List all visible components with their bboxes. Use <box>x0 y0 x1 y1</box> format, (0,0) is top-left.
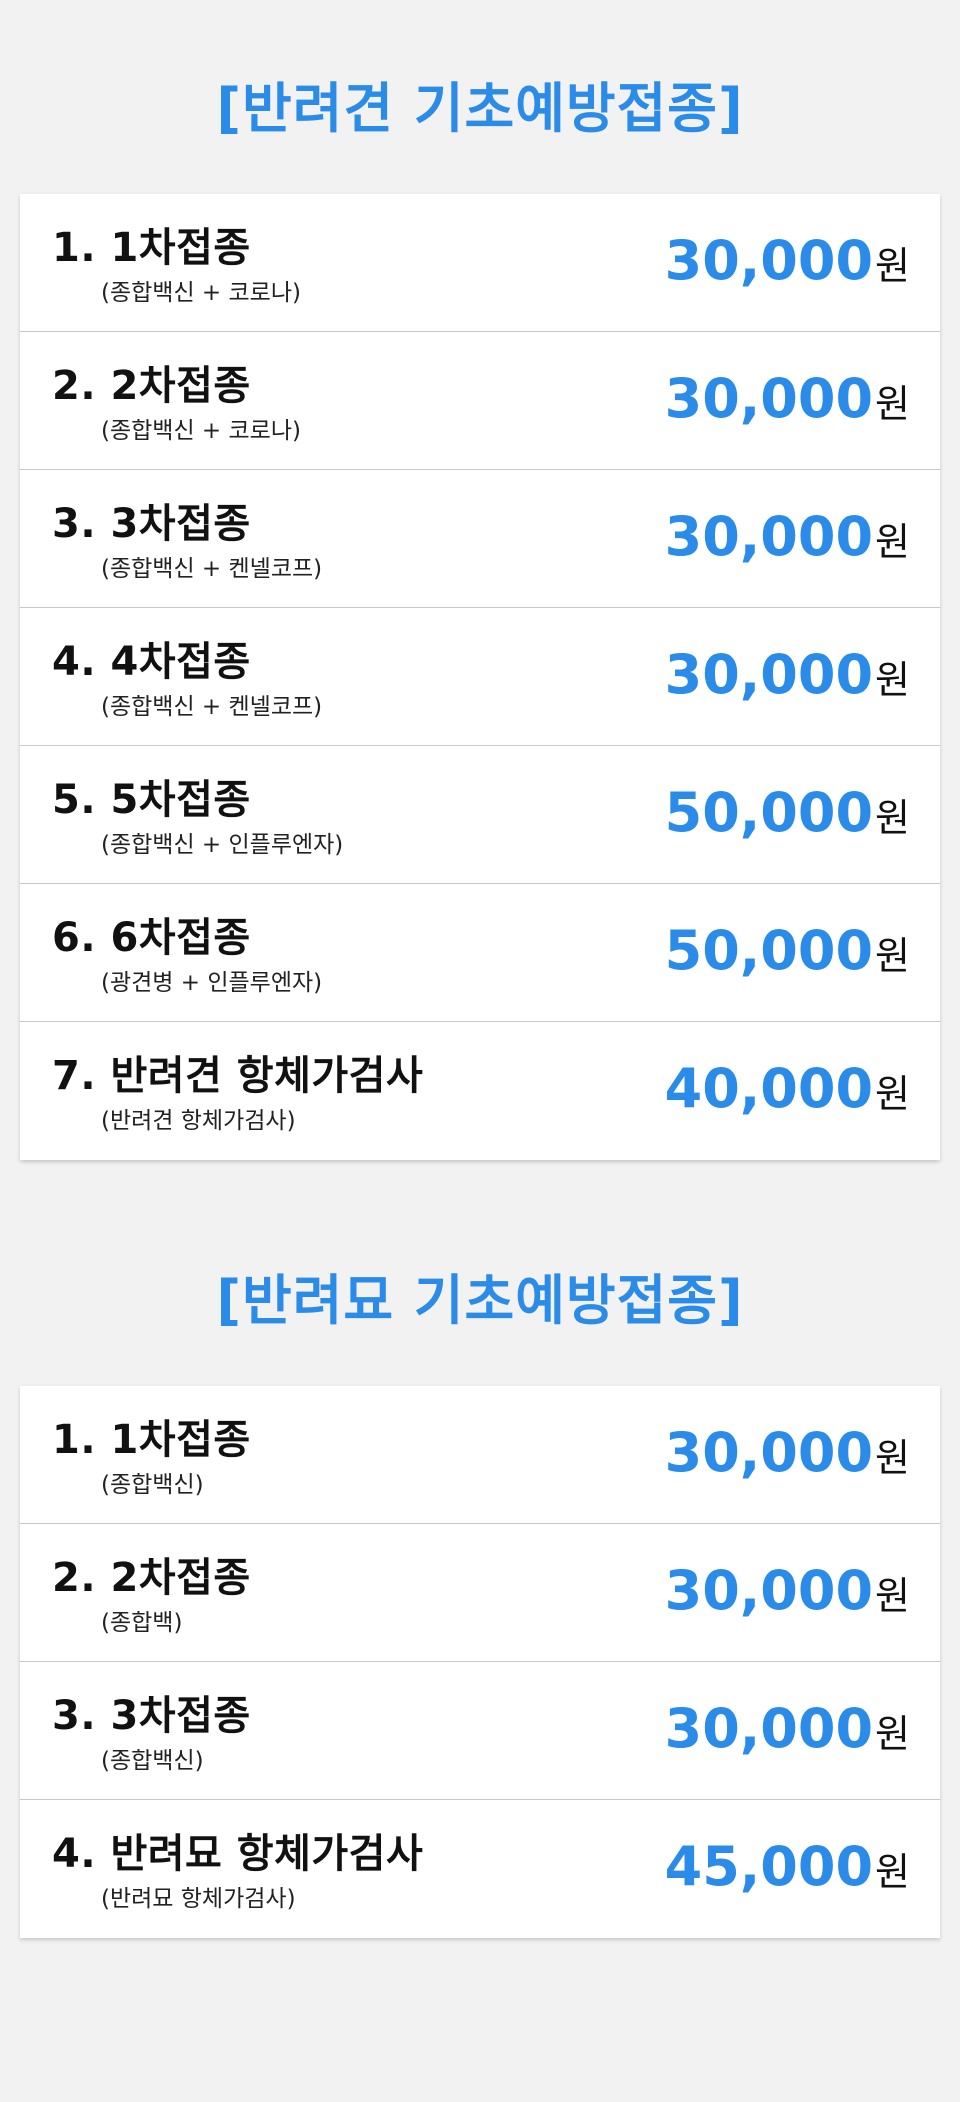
item-title: 6. 6차접종 <box>52 915 251 961</box>
price-value: 30,000 <box>664 229 874 292</box>
price-row: 4. 4차접종 (종합백신 + 켄넬코프) 30,000원 <box>20 608 940 746</box>
item-title: 3. 3차접종 <box>52 1693 251 1739</box>
item-subtitle: (반려묘 항체가검사) <box>101 1886 296 1912</box>
item-title: 2. 2차접종 <box>52 363 251 409</box>
price-row: 1. 1차접종 (종합백신) 30,000원 <box>20 1386 940 1524</box>
item-title: 3. 3차접종 <box>52 501 251 547</box>
price-row: 3. 3차접종 (종합백신 + 켄넬코프) 30,000원 <box>20 470 940 608</box>
dog-vaccination-title: [반려견 기초예방접종] <box>216 77 744 140</box>
price-row: 1. 1차접종 (종합백신 + 코로나) 30,000원 <box>20 194 940 332</box>
item-subtitle: (종합백) <box>101 1610 183 1636</box>
item-price: 30,000원 <box>665 1426 910 1480</box>
price-row: 4. 반려묘 항체가검사 (반려묘 항체가검사) 45,000원 <box>20 1800 940 1938</box>
cat-price-card: 1. 1차접종 (종합백신) 30,000원 2. 2차접종 (종합백) 30,… <box>20 1386 940 1938</box>
price-row: 5. 5차접종 (종합백신 + 인플루엔자) 50,000원 <box>20 746 940 884</box>
price-unit: 원 <box>875 1712 910 1756</box>
price-row: 6. 6차접종 (광견병 + 인플루엔자) 50,000원 <box>20 884 940 1022</box>
price-value: 50,000 <box>664 919 874 982</box>
item-title: 1. 1차접종 <box>52 1417 251 1463</box>
price-row: 7. 반려견 항체가검사 (반려견 항체가검사) 40,000원 <box>20 1022 940 1160</box>
item-subtitle: (종합백신) <box>101 1472 204 1498</box>
item-subtitle: (종합백신 + 코로나) <box>101 418 301 444</box>
item-price: 30,000원 <box>665 648 910 702</box>
price-unit: 원 <box>875 1072 910 1116</box>
price-value: 30,000 <box>664 643 874 706</box>
item-subtitle: (종합백신) <box>101 1748 204 1774</box>
price-unit: 원 <box>875 520 910 564</box>
item-price: 50,000원 <box>665 924 910 978</box>
item-subtitle: (반려견 항체가검사) <box>101 1108 296 1134</box>
item-subtitle: (종합백신 + 인플루엔자) <box>101 832 344 858</box>
dog-price-card: 1. 1차접종 (종합백신 + 코로나) 30,000원 2. 2차접종 (종합… <box>20 194 940 1160</box>
item-title: 5. 5차접종 <box>52 777 251 823</box>
price-value: 30,000 <box>664 1421 874 1484</box>
item-subtitle: (종합백신 + 켄넬코프) <box>101 694 323 720</box>
cat-vaccination-title: [반려묘 기초예방접종] <box>216 1269 744 1332</box>
price-value: 50,000 <box>664 781 874 844</box>
item-title: 4. 4차접종 <box>52 639 251 685</box>
item-title: 1. 1차접종 <box>52 225 251 271</box>
price-row: 3. 3차접종 (종합백신) 30,000원 <box>20 1662 940 1800</box>
item-title: 4. 반려묘 항체가검사 <box>52 1831 424 1877</box>
price-value: 30,000 <box>664 1559 874 1622</box>
price-value: 30,000 <box>664 1697 874 1760</box>
price-unit: 원 <box>875 796 910 840</box>
price-value: 45,000 <box>664 1835 874 1898</box>
item-subtitle: (종합백신 + 켄넬코프) <box>101 556 323 582</box>
price-value: 30,000 <box>664 367 874 430</box>
item-price: 30,000원 <box>665 1702 910 1756</box>
item-price: 45,000원 <box>665 1840 910 1894</box>
price-unit: 원 <box>875 658 910 702</box>
item-title: 7. 반려견 항체가검사 <box>52 1053 424 1099</box>
price-value: 40,000 <box>664 1057 874 1120</box>
price-value: 30,000 <box>664 505 874 568</box>
item-price: 30,000원 <box>665 234 910 288</box>
item-subtitle: (광견병 + 인플루엔자) <box>101 970 323 996</box>
item-price: 40,000원 <box>665 1062 910 1116</box>
item-price: 50,000원 <box>665 786 910 840</box>
item-price: 30,000원 <box>665 510 910 564</box>
item-title: 2. 2차접종 <box>52 1555 251 1601</box>
item-subtitle: (종합백신 + 코로나) <box>101 280 301 306</box>
item-price: 30,000원 <box>665 372 910 426</box>
price-unit: 원 <box>875 1436 910 1480</box>
price-row: 2. 2차접종 (종합백) 30,000원 <box>20 1524 940 1662</box>
item-price: 30,000원 <box>665 1564 910 1618</box>
price-unit: 원 <box>875 934 910 978</box>
price-unit: 원 <box>875 244 910 288</box>
price-unit: 원 <box>875 1850 910 1894</box>
price-unit: 원 <box>875 382 910 426</box>
price-row: 2. 2차접종 (종합백신 + 코로나) 30,000원 <box>20 332 940 470</box>
price-unit: 원 <box>875 1574 910 1618</box>
